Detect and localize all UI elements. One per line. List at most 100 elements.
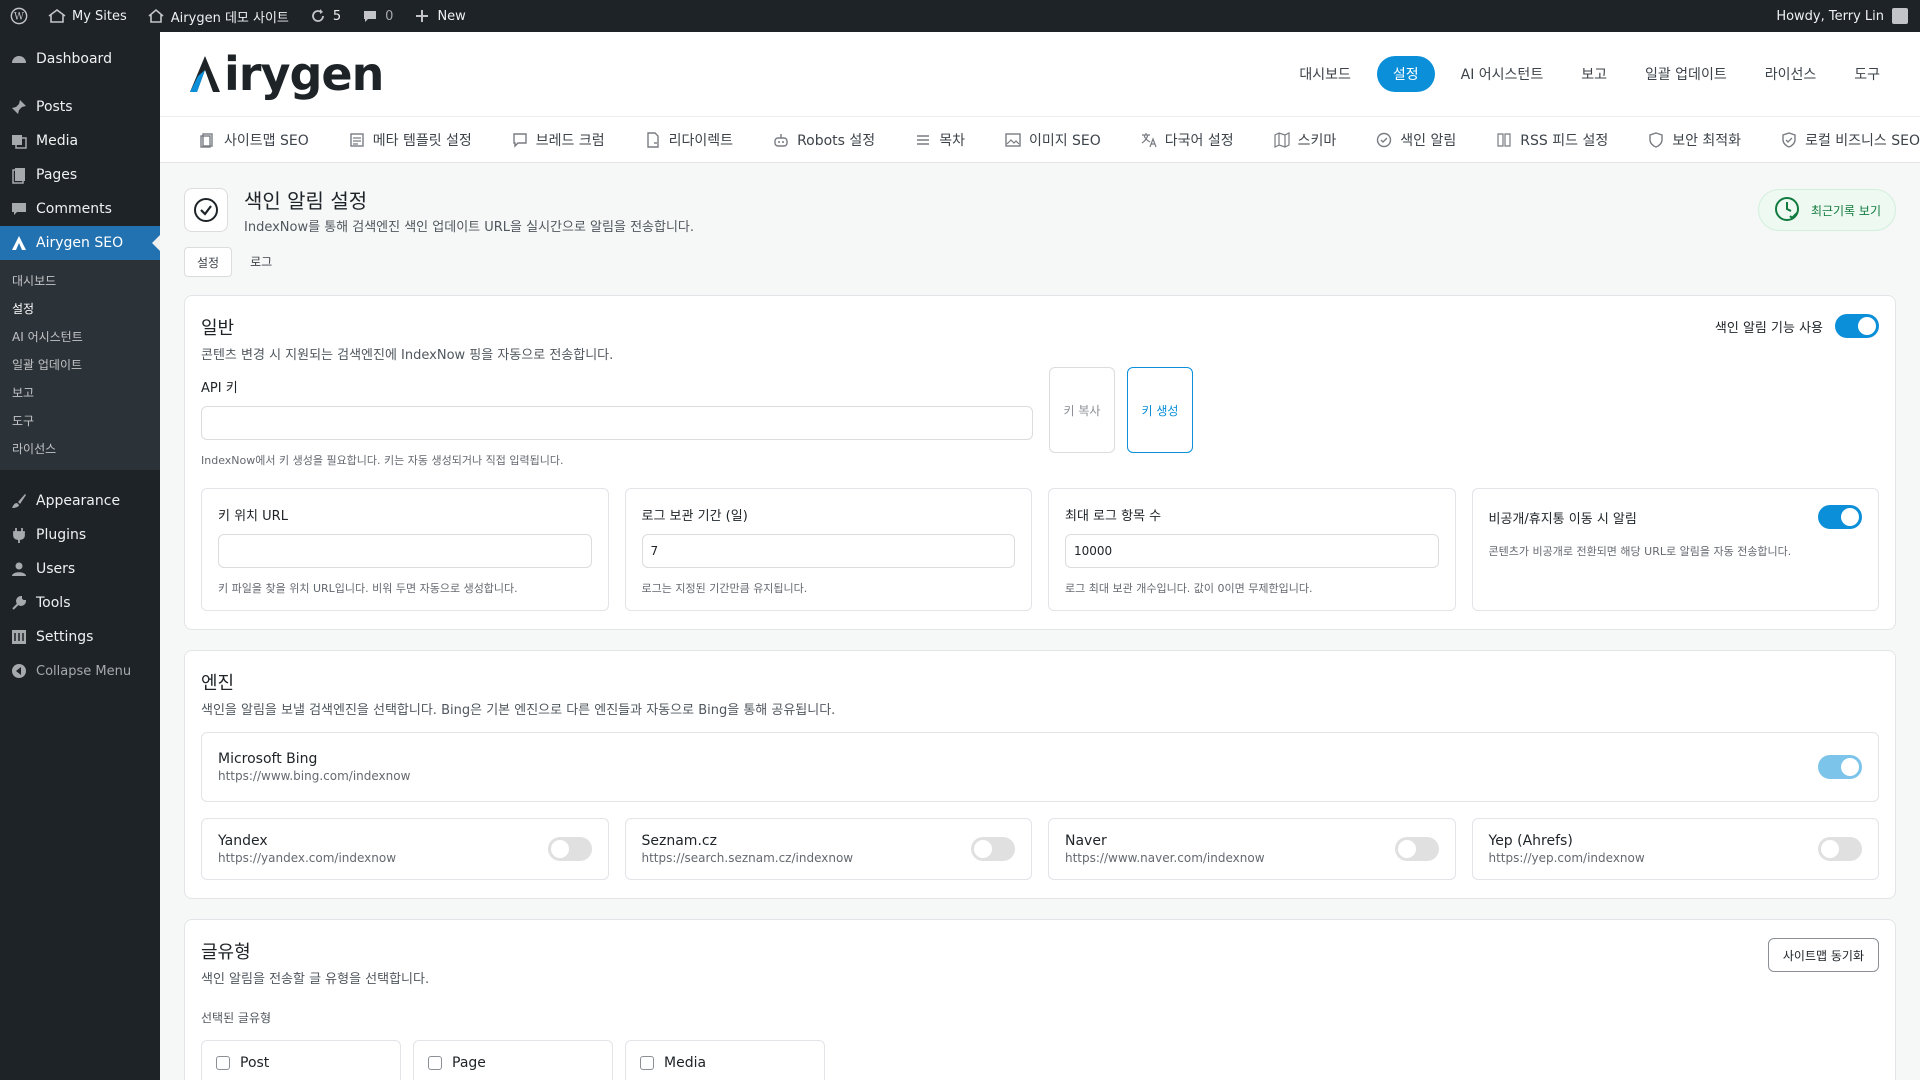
engines-description: 색인을 알림을 보낼 검색엔진을 선택합니다. Bing은 기본 엔진으로 다른… bbox=[201, 703, 836, 718]
airygen-submenu: 대시보드 설정 AI 어시스턴트 일괄 업데이트 보고 도구 라이선스 bbox=[0, 260, 160, 470]
enable-toggle-label: 색인 알림 기능 사용 bbox=[1714, 320, 1823, 336]
new-label: New bbox=[437, 8, 466, 24]
my-sites-label: My Sites bbox=[72, 8, 127, 24]
menu-settings[interactable]: Settings bbox=[0, 620, 160, 654]
menu-comments[interactable]: Comments bbox=[0, 192, 160, 226]
history-button[interactable]: 최근기록 보기 bbox=[1757, 189, 1896, 231]
tab-settings[interactable]: 설정 bbox=[184, 247, 233, 277]
engine-bing-name: Microsoft Bing bbox=[218, 751, 318, 767]
topnav-tools[interactable]: 도구 bbox=[1842, 56, 1892, 92]
subnav-breadcrumb[interactable]: 브레드 크럼 bbox=[512, 130, 605, 150]
post-type-post[interactable]: Post bbox=[201, 1040, 401, 1080]
image-icon bbox=[1005, 132, 1021, 148]
menu-airygen-seo[interactable]: Airygen SEO bbox=[0, 226, 160, 260]
comments-button[interactable]: 0 bbox=[351, 0, 403, 32]
clock-check-icon bbox=[1773, 195, 1801, 226]
menu-comments-label: Comments bbox=[36, 201, 112, 217]
api-key-input[interactable] bbox=[201, 406, 1033, 440]
general-card: 일반 콘텐츠 변경 시 지원되는 검색엔진에 IndexNow 핑을 자동으로 … bbox=[184, 295, 1896, 630]
subnav-local-business[interactable]: 로컬 비즈니스 SEO bbox=[1781, 130, 1920, 150]
log-days-input[interactable]: 7 bbox=[641, 534, 1015, 568]
site-name-menu[interactable]: Airygen 데모 사이트 bbox=[137, 0, 299, 32]
copy-key-button[interactable]: 키 복사 bbox=[1049, 367, 1115, 453]
comments-icon bbox=[10, 200, 28, 218]
topnav-reports[interactable]: 보고 bbox=[1569, 56, 1619, 92]
engine-naver-toggle[interactable] bbox=[1394, 837, 1439, 861]
my-sites-menu[interactable]: My Sites bbox=[38, 0, 137, 32]
shield-check-icon bbox=[1781, 131, 1797, 148]
engine-yandex: Yandex https://yandex.com/indexnow bbox=[201, 818, 609, 880]
post-type-media[interactable]: Media bbox=[625, 1040, 825, 1080]
max-log-input[interactable]: 10000 bbox=[1065, 534, 1439, 568]
subnav-redirect[interactable]: 리다이렉트 bbox=[645, 130, 733, 150]
engine-yep-toggle[interactable] bbox=[1818, 837, 1862, 861]
engine-yandex-name: Yandex bbox=[218, 833, 268, 849]
subnav-sitemap[interactable]: 사이트맵 SEO bbox=[200, 130, 309, 150]
subnav-rss[interactable]: RSS 피드 설정 bbox=[1496, 130, 1608, 150]
page-description: IndexNow를 통해 검색엔진 색인 업데이트 URL을 실시간으로 알림을… bbox=[244, 220, 695, 235]
menu-dashboard-label: Dashboard bbox=[36, 51, 112, 67]
submenu-item-3[interactable]: 일괄 업데이트 bbox=[0, 350, 160, 378]
subnav-index-notify[interactable]: 색인 알림 bbox=[1376, 130, 1456, 150]
map-icon bbox=[1274, 131, 1290, 148]
tab-logs[interactable]: 로그 bbox=[238, 247, 284, 277]
home-icon bbox=[147, 7, 165, 25]
submenu-item-0[interactable]: 대시보드 bbox=[0, 266, 160, 294]
menu-plugins[interactable]: Plugins bbox=[0, 518, 160, 552]
collapse-menu-button[interactable]: Collapse Menu bbox=[0, 654, 160, 688]
account-menu[interactable]: Howdy, Terry Lin bbox=[1776, 8, 1920, 24]
top-navigation: 대시보드 설정 AI 어시스턴트 보고 일괄 업데이트 라이선스 도구 bbox=[1287, 56, 1892, 92]
sync-sitemap-button[interactable]: 사이트맵 동기화 bbox=[1767, 938, 1879, 972]
subnav-security[interactable]: 보안 최적화 bbox=[1648, 130, 1741, 150]
list-icon bbox=[915, 132, 931, 148]
unpublish-notify-toggle[interactable] bbox=[1818, 505, 1862, 529]
subnav-robots[interactable]: Robots 설정 bbox=[773, 130, 875, 150]
subnav-redirect-label: 리다이렉트 bbox=[668, 132, 734, 149]
engine-bing-toggle[interactable] bbox=[1818, 755, 1862, 779]
enable-index-notify-toggle[interactable] bbox=[1835, 314, 1879, 338]
post-type-page-checkbox[interactable] bbox=[428, 1056, 442, 1070]
subnav-toc[interactable]: 목차 bbox=[915, 130, 965, 150]
menu-posts-label: Posts bbox=[36, 99, 73, 115]
submenu-item-2[interactable]: AI 어시스턴트 bbox=[0, 322, 160, 350]
subnav-toc-label: 목차 bbox=[939, 132, 965, 149]
menu-appearance[interactable]: Appearance bbox=[0, 484, 160, 518]
subnav-meta-template[interactable]: 메타 템플릿 설정 bbox=[349, 130, 472, 150]
menu-tools[interactable]: Tools bbox=[0, 586, 160, 620]
key-url-input[interactable] bbox=[218, 534, 592, 568]
airygen-logo-icon bbox=[190, 56, 220, 92]
wp-logo-button[interactable]: W bbox=[0, 0, 38, 32]
submenu-item-1[interactable]: 설정 bbox=[0, 294, 160, 322]
menu-posts[interactable]: Posts bbox=[0, 90, 160, 124]
plus-icon bbox=[413, 7, 431, 25]
generate-key-button[interactable]: 키 생성 bbox=[1127, 367, 1193, 453]
menu-dashboard[interactable]: Dashboard bbox=[0, 42, 160, 76]
history-button-label: 최근기록 보기 bbox=[1810, 203, 1881, 218]
engine-yep-name: Yep (Ahrefs) bbox=[1488, 833, 1573, 849]
comment-icon bbox=[361, 7, 379, 25]
submenu-item-6[interactable]: 라이선스 bbox=[0, 434, 160, 462]
topnav-ai-assistant[interactable]: AI 어시스턴트 bbox=[1449, 56, 1556, 92]
post-type-post-checkbox[interactable] bbox=[216, 1056, 230, 1070]
topnav-settings[interactable]: 설정 bbox=[1376, 56, 1435, 92]
post-type-page[interactable]: Page bbox=[413, 1040, 613, 1080]
topnav-bulk-update[interactable]: 일괄 업데이트 bbox=[1633, 56, 1739, 92]
post-type-media-checkbox[interactable] bbox=[640, 1056, 654, 1070]
menu-pages[interactable]: Pages bbox=[0, 158, 160, 192]
topnav-license[interactable]: 라이선스 bbox=[1753, 56, 1829, 92]
menu-media[interactable]: Media bbox=[0, 124, 160, 158]
menu-users[interactable]: Users bbox=[0, 552, 160, 586]
engine-seznam: Seznam.cz https://search.seznam.cz/index… bbox=[624, 818, 1032, 880]
menu-airygen-label: Airygen SEO bbox=[36, 235, 124, 251]
updates-button[interactable]: 5 bbox=[299, 0, 351, 32]
engine-yandex-toggle[interactable] bbox=[547, 837, 592, 861]
submenu-item-5[interactable]: 도구 bbox=[0, 406, 160, 434]
subnav-multilingual[interactable]: 다국어 설정 bbox=[1141, 130, 1234, 150]
submenu-item-4[interactable]: 보고 bbox=[0, 378, 160, 406]
subnav-multilingual-label: 다국어 설정 bbox=[1164, 132, 1234, 149]
engine-seznam-toggle[interactable] bbox=[971, 837, 1015, 861]
subnav-image-seo[interactable]: 이미지 SEO bbox=[1005, 130, 1101, 150]
new-content-button[interactable]: New bbox=[403, 0, 475, 32]
topnav-dashboard[interactable]: 대시보드 bbox=[1287, 56, 1363, 92]
subnav-schema[interactable]: 스키마 bbox=[1274, 130, 1336, 150]
